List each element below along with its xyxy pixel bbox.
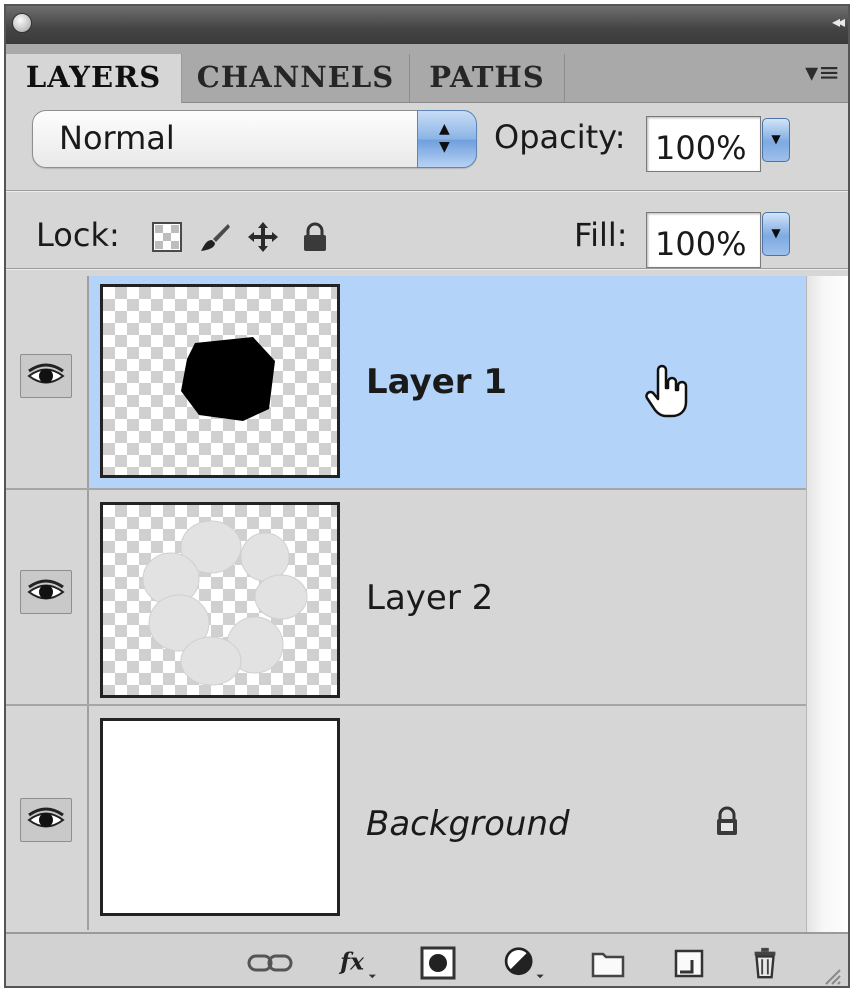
- eye-icon[interactable]: [20, 354, 72, 398]
- tab-layers[interactable]: LAYERS: [6, 54, 182, 103]
- layer-mask-icon[interactable]: [420, 946, 456, 980]
- opacity-dropdown-button[interactable]: ▼: [762, 118, 790, 162]
- visibility-column: [6, 706, 89, 930]
- panel-menu-icon[interactable]: ▾≡: [805, 60, 840, 86]
- new-group-icon[interactable]: [590, 946, 626, 980]
- trash-icon[interactable]: [750, 946, 780, 980]
- layer-row-background[interactable]: Background: [6, 706, 806, 930]
- blend-mode-stepper-icon[interactable]: ▲ ▼: [417, 110, 477, 168]
- layer-name[interactable]: Layer 2: [366, 578, 493, 618]
- lock-image-pixels-icon[interactable]: [198, 220, 232, 254]
- opacity-label: Opacity:: [494, 118, 626, 156]
- layer-thumbnail: [100, 718, 340, 916]
- blend-mode-value: Normal: [59, 119, 175, 157]
- fx-icon[interactable]: fx: [336, 946, 380, 980]
- fill-label: Fill:: [574, 216, 628, 254]
- fill-input[interactable]: 100%: [646, 212, 761, 268]
- lock-transparent-pixels-icon[interactable]: [150, 220, 184, 254]
- lock-label: Lock:: [36, 216, 120, 254]
- scrollbar[interactable]: [806, 276, 848, 938]
- bottom-toolbar: fx: [6, 932, 848, 986]
- blend-mode-select[interactable]: Normal ▲ ▼: [32, 110, 477, 168]
- opacity-value: 100%: [655, 129, 747, 167]
- collapse-icon[interactable]: ◂◂: [832, 12, 845, 31]
- opacity-input[interactable]: 100%: [646, 116, 761, 172]
- fill-value: 100%: [655, 225, 747, 263]
- hand-cursor-icon: [645, 364, 688, 418]
- layers-panel: ◂◂ LAYERS CHANNELS PATHS ▾≡ Normal ▲ ▼ Op…: [4, 4, 850, 988]
- layer-name[interactable]: Layer 1: [366, 362, 507, 402]
- layer-thumbnail: [100, 284, 340, 478]
- layer-row-layer-1[interactable]: Layer 1: [6, 276, 806, 488]
- layer-lock-icon: [717, 806, 737, 835]
- layer-name[interactable]: Background: [366, 804, 570, 844]
- layer-thumbnail: [100, 502, 340, 698]
- new-layer-icon[interactable]: [672, 946, 706, 980]
- adjustment-layer-icon[interactable]: [500, 946, 548, 980]
- fill-dropdown-button[interactable]: ▼: [762, 212, 790, 256]
- link-layers-icon[interactable]: [246, 946, 294, 980]
- close-panel-button[interactable]: [12, 13, 32, 33]
- visibility-column: [6, 276, 89, 488]
- lock-position-icon[interactable]: [246, 220, 280, 254]
- eye-icon[interactable]: [20, 798, 72, 842]
- visibility-column: [6, 490, 89, 704]
- eye-icon[interactable]: [20, 570, 72, 614]
- divider: [6, 268, 848, 270]
- layer-row-layer-2[interactable]: Layer 2: [6, 490, 806, 704]
- panel-title-bar[interactable]: ◂◂: [6, 6, 848, 44]
- resize-grip-icon[interactable]: [822, 966, 842, 986]
- divider: [6, 190, 848, 192]
- tab-channels[interactable]: CHANNELS: [182, 54, 410, 102]
- lock-all-icon[interactable]: [298, 220, 332, 254]
- tab-paths[interactable]: PATHS: [410, 54, 565, 102]
- svg-text:fx: fx: [338, 948, 365, 975]
- tab-bar: LAYERS CHANNELS PATHS ▾≡: [6, 44, 848, 103]
